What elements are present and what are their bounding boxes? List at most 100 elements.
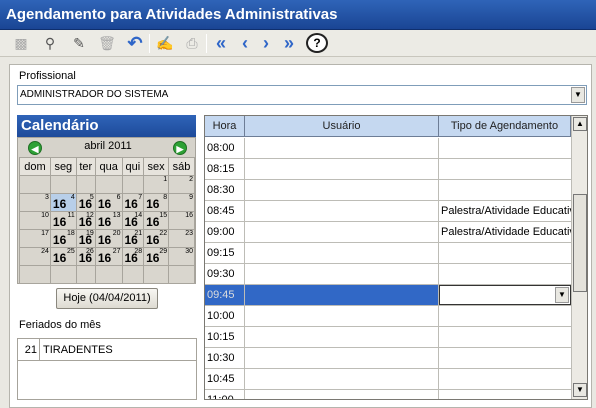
next-month-icon[interactable]: ▶ xyxy=(173,141,187,155)
edit-icon[interactable]: ✍ xyxy=(154,33,176,54)
cell-usuario[interactable] xyxy=(245,138,439,158)
calendar-day[interactable]: 5 16 xyxy=(75,193,96,212)
save-icon[interactable]: ▩ xyxy=(10,33,32,54)
cell-usuario[interactable] xyxy=(245,222,439,242)
chevron-down-icon[interactable]: ▼ xyxy=(571,87,585,103)
cell-hora: 08:45 xyxy=(205,201,245,221)
calendar-day xyxy=(49,175,77,194)
calendar-day[interactable]: 17 xyxy=(19,229,51,248)
calendar-day[interactable]: 6 16 xyxy=(94,193,123,212)
table-row[interactable]: 08:00 xyxy=(205,138,571,159)
cell-usuario[interactable] xyxy=(245,348,439,368)
table-row[interactable]: 08:15 xyxy=(205,159,571,180)
calendar-day[interactable]: 12 16 xyxy=(75,211,96,230)
calendar-day[interactable]: 27 16 xyxy=(94,247,123,266)
chevron-down-icon[interactable]: ▼ xyxy=(555,287,569,303)
today-button[interactable]: Hoje (04/04/2011) xyxy=(56,288,158,309)
cell-usuario[interactable] xyxy=(245,159,439,179)
scroll-up-icon[interactable]: ▲ xyxy=(573,117,587,131)
cell-tipo[interactable]: ▼ xyxy=(439,285,571,305)
calendar-day[interactable]: 22 16 xyxy=(143,229,170,248)
calendar-day[interactable]: 25 16 xyxy=(49,247,77,266)
calendar-day[interactable]: 26 16 xyxy=(75,247,96,266)
calendar-day[interactable]: 23 xyxy=(168,229,195,248)
calendar-day[interactable]: 20 16 xyxy=(94,229,123,248)
help-icon[interactable]: ? xyxy=(306,33,328,53)
table-row[interactable]: 10:30 xyxy=(205,348,571,369)
calendar-day[interactable]: 16 xyxy=(168,211,195,230)
calendar-day[interactable]: 21 16 xyxy=(121,229,145,248)
calendar-day[interactable]: 30 xyxy=(168,247,195,266)
list-item[interactable]: 21 TIRADENTES xyxy=(18,339,196,361)
calendar-day[interactable]: 24 xyxy=(19,247,51,266)
table-row[interactable]: 09:45 ▼ xyxy=(205,285,571,306)
calendar-day[interactable]: 18 16 xyxy=(49,229,77,248)
next-icon[interactable]: › xyxy=(255,33,277,54)
table-row[interactable]: 11:00 xyxy=(205,390,571,399)
cell-usuario[interactable] xyxy=(245,369,439,389)
cell-usuario[interactable] xyxy=(245,390,439,399)
cell-usuario[interactable] xyxy=(245,264,439,284)
calendar-day[interactable]: 4 16 xyxy=(49,193,77,212)
last-icon[interactable]: » xyxy=(278,33,300,54)
profissional-select[interactable]: ADMINISTRADOR DO SISTEMA ▼ xyxy=(17,85,587,105)
first-icon[interactable]: « xyxy=(210,33,232,54)
cell-tipo[interactable] xyxy=(439,390,571,399)
binoculars-icon[interactable]: ⚲ xyxy=(39,33,61,54)
prev-icon[interactable]: ‹ xyxy=(234,33,256,54)
calendar-day[interactable]: 15 16 xyxy=(143,211,170,230)
calendar-day[interactable]: 13 16 xyxy=(94,211,123,230)
cell-usuario[interactable] xyxy=(245,285,439,305)
scroll-thumb[interactable] xyxy=(573,194,587,292)
calendar-day[interactable]: 28 16 xyxy=(121,247,145,266)
table-row[interactable]: 09:30 xyxy=(205,264,571,285)
day-number: 20 xyxy=(112,230,121,237)
table-row[interactable]: 10:00 xyxy=(205,306,571,327)
calendar-day[interactable]: 29 16 xyxy=(143,247,170,266)
cell-usuario[interactable] xyxy=(245,180,439,200)
eraser-icon[interactable]: ✎ xyxy=(68,33,90,54)
vertical-scrollbar[interactable]: ▲ ▼ xyxy=(571,116,587,399)
cell-tipo[interactable]: Palestra/Atividade Educativa xyxy=(439,222,571,242)
table-row[interactable]: 08:30 xyxy=(205,180,571,201)
calendar-day[interactable]: 10 xyxy=(19,211,51,230)
calendar-day[interactable]: 9 xyxy=(168,193,195,212)
table-row[interactable]: 10:15 xyxy=(205,327,571,348)
calendar-day[interactable]: 7 16 xyxy=(121,193,145,212)
header-usuario[interactable]: Usuário xyxy=(245,116,439,137)
print-icon[interactable]: ⎙ xyxy=(181,33,203,54)
header-tipo[interactable]: Tipo de Agendamento xyxy=(439,116,571,137)
cell-usuario[interactable] xyxy=(245,243,439,263)
cell-tipo[interactable] xyxy=(439,369,571,389)
day-number: 22 xyxy=(159,230,168,237)
cell-usuario[interactable] xyxy=(245,327,439,347)
cell-tipo[interactable] xyxy=(439,138,571,158)
day-number: 15 xyxy=(159,212,168,219)
header-hora[interactable]: Hora xyxy=(205,116,245,137)
calendar-day[interactable]: 14 16 xyxy=(121,211,145,230)
calendar-day[interactable]: 2 xyxy=(168,175,195,194)
scroll-down-icon[interactable]: ▼ xyxy=(573,383,587,397)
cell-usuario[interactable] xyxy=(245,306,439,326)
trash-icon[interactable]: 🗑 xyxy=(96,33,118,54)
cell-usuario[interactable] xyxy=(245,201,439,221)
undo-icon[interactable]: ↶ xyxy=(124,33,146,54)
calendar-day[interactable]: 3 xyxy=(19,193,51,212)
cell-tipo[interactable] xyxy=(439,306,571,326)
cell-tipo[interactable] xyxy=(439,180,571,200)
table-row[interactable]: 08:45 Palestra/Atividade Educativa xyxy=(205,201,571,222)
calendar-day[interactable]: 11 16 xyxy=(49,211,77,230)
calendar-day[interactable]: 8 16 xyxy=(143,193,170,212)
cell-tipo[interactable] xyxy=(439,159,571,179)
table-row[interactable]: 09:00 Palestra/Atividade Educativa xyxy=(205,222,571,243)
table-row[interactable]: 10:45 xyxy=(205,369,571,390)
prev-month-icon[interactable]: ◀ xyxy=(28,141,42,155)
cell-tipo[interactable]: Palestra/Atividade Educativa xyxy=(439,201,571,221)
cell-tipo[interactable] xyxy=(439,348,571,368)
table-row[interactable]: 09:15 xyxy=(205,243,571,264)
cell-tipo[interactable] xyxy=(439,243,571,263)
cell-tipo[interactable] xyxy=(439,327,571,347)
calendar-day[interactable]: 19 16 xyxy=(75,229,96,248)
cell-tipo[interactable] xyxy=(439,264,571,284)
calendar-day[interactable]: 1 xyxy=(143,175,170,194)
